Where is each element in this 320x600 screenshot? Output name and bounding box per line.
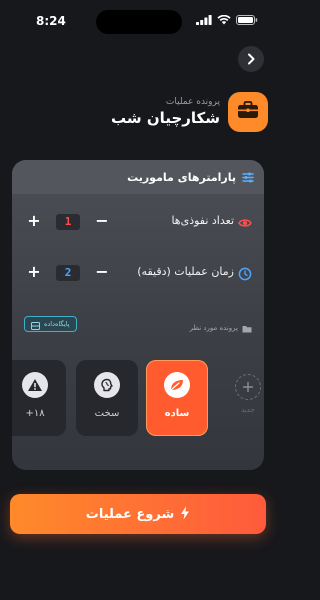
difficulty-option-extreme[interactable]: +۱۸: [12, 360, 66, 436]
start-operation-button[interactable]: شروع عملیات: [10, 494, 266, 534]
sliders-icon: [242, 168, 254, 187]
duration-increment-button[interactable]: +: [22, 261, 46, 285]
start-operation-label: شروع عملیات: [85, 506, 175, 522]
knowledge-base-label: پایگاه‌داده: [44, 320, 70, 328]
difficulty-hard-label: سخت: [94, 408, 120, 419]
header-subtitle: پرونده عملیات: [165, 97, 220, 107]
status-time: 8:24: [36, 14, 66, 28]
warning-icon: [22, 372, 48, 398]
mission-parameters-card: پارامترهای ماموریت تعداد نفوذی‌ها + 1 − …: [12, 160, 264, 470]
battery-icon: [236, 15, 258, 25]
difficulty-easy-label: ساده: [164, 408, 190, 419]
infiltrators-stepper: + 1 −: [22, 210, 114, 234]
back-button[interactable]: [238, 46, 264, 72]
header-text: پرونده عملیات شکارچیان شب: [111, 97, 220, 127]
lightning-icon: [180, 505, 190, 524]
target-file-button[interactable]: پرونده مورد نظر: [190, 318, 252, 337]
infiltrators-label: تعداد نفوذی‌ها: [171, 214, 234, 227]
dynamic-island: [96, 10, 182, 34]
target-file-label: پرونده مورد نظر: [189, 323, 238, 332]
eye-icon: [238, 215, 252, 229]
duration-value: 2: [56, 265, 80, 281]
briefcase-icon: [237, 101, 259, 123]
folder-icon: [242, 318, 252, 337]
header-title: شکارچیان شب: [111, 109, 220, 127]
status-icons: [196, 15, 258, 25]
operation-header: پرونده عملیات شکارچیان شب: [111, 92, 268, 132]
infiltrators-increment-button[interactable]: +: [22, 210, 46, 234]
infiltrators-value: 1: [56, 214, 80, 230]
plus-icon: [235, 374, 261, 400]
briefcase-badge: [228, 92, 268, 132]
card-title: پارامترهای ماموریت: [127, 170, 236, 184]
chevron-right-icon: [246, 50, 256, 69]
difficulty-option-custom[interactable]: جدید: [222, 360, 264, 436]
duration-row: زمان عملیات (دقیقه) + 2 −: [12, 261, 264, 285]
card-header: پارامترهای ماموریت: [12, 160, 264, 194]
signal-icon: [196, 15, 212, 25]
clock-icon: [238, 266, 252, 281]
difficulty-extreme-label: +۱۸: [25, 408, 45, 419]
duration-decrement-button[interactable]: −: [90, 261, 114, 285]
brain-icon: [94, 372, 120, 398]
infiltrators-row: تعداد نفوذی‌ها + 1 −: [12, 210, 264, 234]
infiltrators-decrement-button[interactable]: −: [90, 210, 114, 234]
duration-stepper: + 2 −: [22, 261, 114, 285]
knowledge-base-button[interactable]: پایگاه‌داده: [24, 316, 77, 332]
duration-label: زمان عملیات (دقیقه): [137, 265, 234, 278]
leaf-icon: [164, 372, 190, 398]
database-icon: [31, 315, 40, 334]
wifi-icon: [217, 15, 231, 25]
difficulty-option-easy[interactable]: ساده: [146, 360, 208, 436]
difficulty-option-hard[interactable]: سخت: [76, 360, 138, 436]
difficulty-custom-label: جدید: [241, 406, 255, 414]
status-bar: 8:24: [0, 0, 276, 44]
